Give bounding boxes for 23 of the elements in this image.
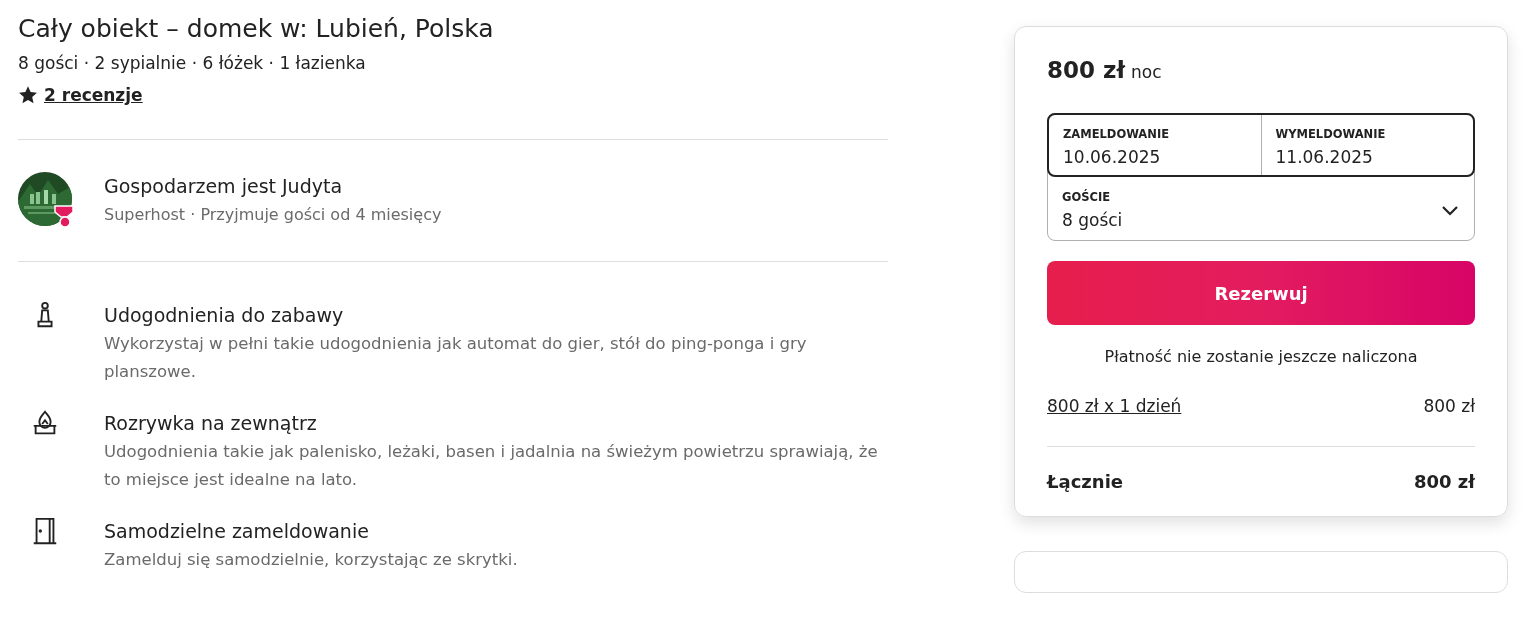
field-label: GOŚCIE <box>1062 190 1112 204</box>
listing-summary: 8 gości · 2 sypialnie · 6 łóżek · 1 łazienka <box>18 53 367 73</box>
star-icon <box>18 85 38 105</box>
feature-description: Udogodnienia takie jak palenisko, leżaki, basen i jadalnia na świeżym powietrzu sprawiają, że to miejsce jest idealne na lato. <box>104 441 879 491</box>
nightly-price: 800 zł <box>1047 57 1125 83</box>
feature-title: Samodzielne zameldowanie <box>104 520 370 542</box>
price-unit: noc <box>1130 62 1162 82</box>
guests-dropdown[interactable]: GOŚCIE 8 gości <box>1048 176 1474 240</box>
payment-note: Płatność nie zostanie jeszcze naliczona <box>1103 347 1419 366</box>
host-name: Gospodarzem jest Judyta <box>104 174 344 197</box>
total-label: Łącznie <box>1047 471 1124 492</box>
host-details: Superhost · Przyjmuje gości od 4 miesięcy <box>104 204 442 224</box>
line-amount: 800 zł <box>1423 396 1475 416</box>
feature-description: Zamelduj się samodzielnie, korzystając ze skrytki. <box>104 549 518 571</box>
price-breakdown-link[interactable]: 800 zł x 1 dzień <box>1047 396 1182 416</box>
listing-title: Cały obiekt – domek w: Lubień, Polska <box>18 14 495 43</box>
total-amount: 800 zł <box>1414 471 1475 492</box>
reserve-button[interactable]: Rezerwuj <box>1047 261 1475 325</box>
feature-title: Rozrywka na zewnątrz <box>104 412 318 434</box>
feature-title: Udogodnienia do zabawy <box>104 304 345 326</box>
field-value: 8 gości <box>1062 210 1123 230</box>
feature-description: Wykorzystaj w pełni takie udogodnienia jak automat do gier, stół do ping-ponga i gry planszowe. <box>104 333 808 383</box>
reviews-link[interactable]: 2 recenzje <box>44 85 143 105</box>
